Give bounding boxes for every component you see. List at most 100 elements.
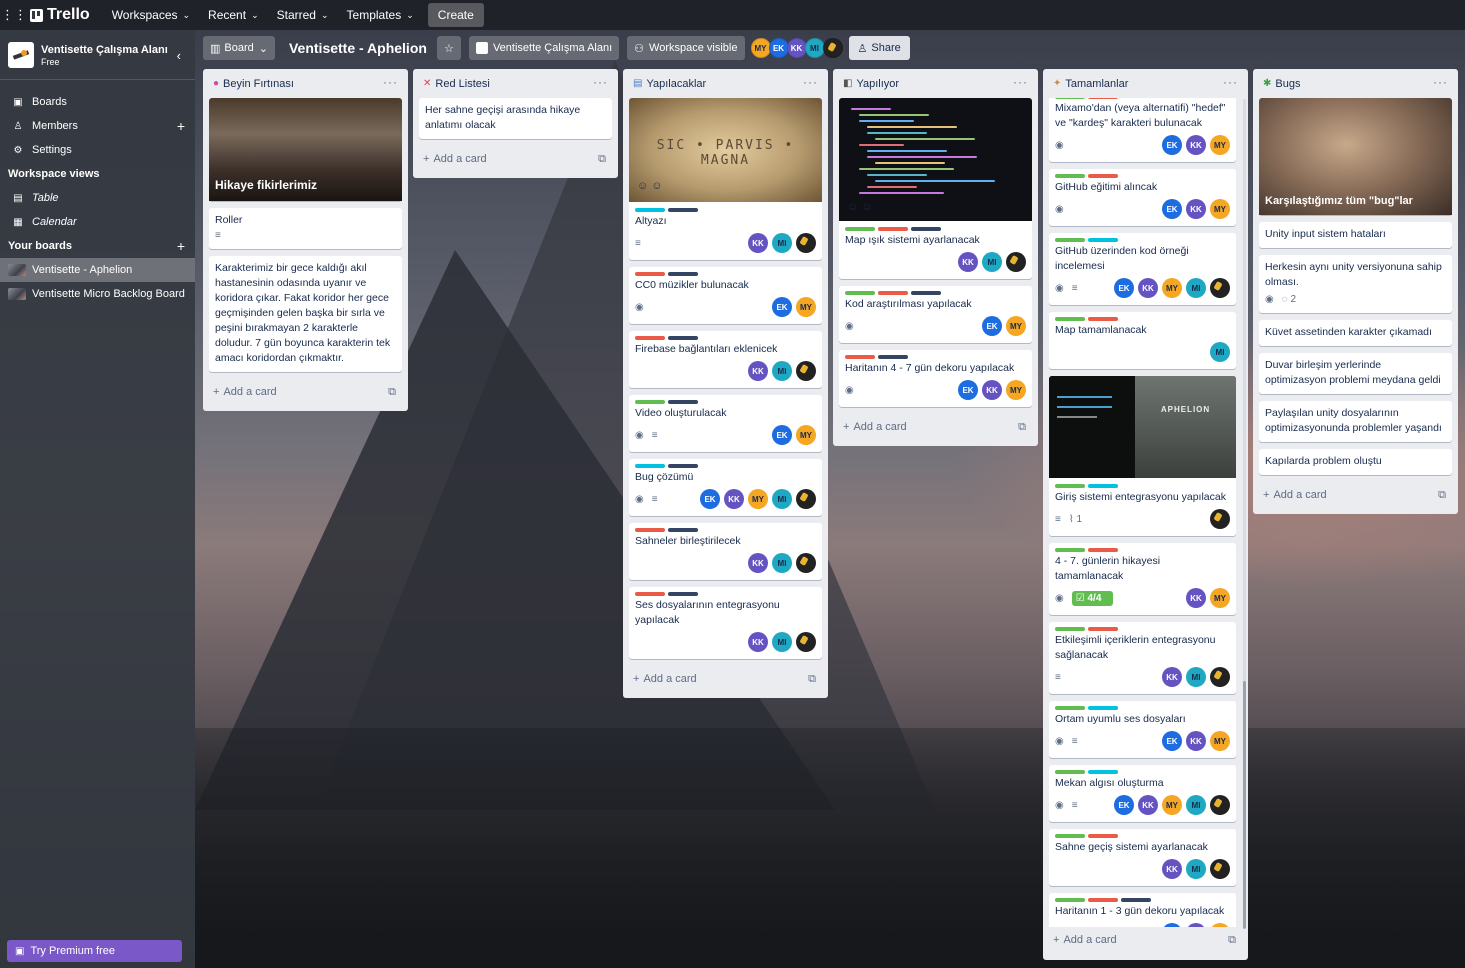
- try-premium-button[interactable]: ▣ Try Premium free: [7, 940, 182, 962]
- avatar[interactable]: MI: [1210, 342, 1230, 362]
- list-card[interactable]: 4 - 7. günlerin hikayesi tamamlanacak ◉ ☑…: [1049, 543, 1236, 615]
- list-card[interactable]: Bug çözümü ◉ ≡ EK KK MY MI: [629, 459, 822, 516]
- avatar[interactable]: EK: [982, 316, 1002, 336]
- avatar[interactable]: MI: [772, 233, 792, 253]
- list-card[interactable]: GitHub üzerinden kod örneği incelemesi ◉…: [1049, 233, 1236, 305]
- list-card[interactable]: CC0 müzikler bulunacak ◉ EK MY: [629, 267, 822, 324]
- avatar[interactable]: MI: [982, 252, 1002, 272]
- avatar[interactable]: EK: [768, 38, 789, 58]
- avatar[interactable]: EK: [772, 425, 792, 445]
- avatar[interactable]: KK: [748, 553, 768, 573]
- avatar[interactable]: MY: [748, 489, 768, 509]
- avatar[interactable]: EK: [1162, 199, 1182, 219]
- list-card[interactable]: Kapılarda problem oluştu: [1259, 449, 1452, 475]
- list-card[interactable]: Karakterimiz bir gece kaldığı akıl hasta…: [209, 256, 402, 372]
- avatar[interactable]: MI: [772, 361, 792, 381]
- sidebar-item-table[interactable]: ▤ Table: [0, 186, 195, 210]
- avatar[interactable]: MI: [772, 489, 792, 509]
- avatar[interactable]: MI: [772, 632, 792, 652]
- list-card[interactable]: Haritanın 1 - 3 gün dekoru yapılacak ◉ E…: [1049, 893, 1236, 927]
- board-title[interactable]: Ventisette - Aphelion: [289, 40, 427, 56]
- avatar[interactable]: KK: [748, 632, 768, 652]
- avatar[interactable]: EK: [700, 489, 720, 509]
- avatar[interactable]: KK: [786, 38, 807, 58]
- list-card[interactable]: Hikaye fikirlerimiz: [209, 98, 402, 201]
- add-member-icon[interactable]: +: [177, 118, 185, 134]
- sidebar-board-aphelion[interactable]: Ventisette - Aphelion: [0, 258, 195, 282]
- board-view-switcher[interactable]: ▥ Board ⌄: [203, 36, 275, 60]
- add-card-button[interactable]: + Add a card ⧉: [209, 379, 402, 405]
- avatar[interactable]: MY: [1006, 316, 1026, 336]
- avatar[interactable]: KK: [1186, 199, 1206, 219]
- avatar[interactable]: [796, 632, 816, 652]
- list-scrollbar-thumb[interactable]: [1243, 681, 1246, 929]
- avatar[interactable]: KK: [958, 252, 978, 272]
- list-header[interactable]: ▤ Yapılacaklar ···: [629, 69, 822, 98]
- add-card-button[interactable]: + Add a card ⧉: [1049, 927, 1242, 953]
- card-template-icon[interactable]: ⧉: [1228, 934, 1236, 947]
- avatar[interactable]: [1210, 278, 1230, 298]
- list-card[interactable]: Sahne geçiş sistemi ayarlanacak KK MI: [1049, 829, 1236, 886]
- list-card[interactable]: Küvet assetinden karakter çıkamadı: [1259, 320, 1452, 346]
- list-menu-icon[interactable]: ···: [1433, 75, 1448, 89]
- list-menu-icon[interactable]: ···: [803, 75, 818, 89]
- add-board-icon[interactable]: +: [177, 238, 185, 254]
- add-card-button[interactable]: + Add a card ⧉: [1259, 482, 1452, 508]
- list-header[interactable]: ✱ Bugs ···: [1259, 69, 1452, 98]
- list-card[interactable]: Ortam uyumlu ses dosyaları ◉ ≡ EK KK MY: [1049, 701, 1236, 758]
- avatar[interactable]: [1210, 667, 1230, 687]
- card-template-icon[interactable]: ⧉: [598, 153, 606, 166]
- list-header[interactable]: ✕ Red Listesi ···: [419, 69, 612, 98]
- sidebar-item-members[interactable]: ♙ Members +: [0, 114, 195, 138]
- list-card[interactable]: SIC • PARVIS • MAGNA ☺ ☺ Altyazı ≡ KK MI: [629, 98, 822, 260]
- list-card[interactable]: Mekan algısı oluşturma ◉ ≡ EK KK MY MI: [1049, 765, 1236, 822]
- nav-templates[interactable]: Templates ⌄: [339, 4, 422, 26]
- nav-recent[interactable]: Recent ⌄: [200, 4, 267, 26]
- avatar[interactable]: [1210, 859, 1230, 879]
- add-card-button[interactable]: + Add a card ⧉: [629, 666, 822, 692]
- workspace-button[interactable]: Ventisette Çalışma Alanı: [468, 36, 620, 60]
- avatar[interactable]: KK: [1138, 795, 1158, 815]
- add-card-button[interactable]: + Add a card ⧉: [839, 414, 1032, 440]
- visibility-button[interactable]: ⚇ Workspace visible: [627, 36, 745, 60]
- avatar[interactable]: MI: [1186, 667, 1206, 687]
- list-card[interactable]: Etkileşimli içeriklerin entegrasyonu sağ…: [1049, 622, 1236, 694]
- avatar[interactable]: [796, 233, 816, 253]
- list-menu-icon[interactable]: ···: [1223, 75, 1238, 89]
- list-card[interactable]: Roller ≡: [209, 208, 402, 249]
- list-menu-icon[interactable]: ···: [593, 75, 608, 89]
- avatar[interactable]: [822, 38, 843, 58]
- star-board-button[interactable]: ☆: [436, 36, 461, 60]
- list-card[interactable]: GitHub eğitimi alıncak ◉ EK KK MY: [1049, 169, 1236, 226]
- list-card[interactable]: Haritanın 4 - 7 gün dekoru yapılacak ◉ E…: [839, 350, 1032, 407]
- avatar[interactable]: [1006, 252, 1026, 272]
- list-card[interactable]: Map tamamlanacak MI: [1049, 312, 1236, 369]
- avatar[interactable]: MI: [804, 38, 825, 58]
- workspace-name[interactable]: Ventisette Çalışma Alanı: [41, 43, 168, 57]
- avatar[interactable]: [796, 361, 816, 381]
- list-card[interactable]: ☺ ☺ Map ışık sistemi ayarlanacak KK MI: [839, 98, 1032, 279]
- avatar[interactable]: MY: [1210, 135, 1230, 155]
- card-template-icon[interactable]: ⧉: [388, 386, 396, 399]
- app-switcher-icon[interactable]: ⋮⋮: [1, 7, 27, 23]
- avatar[interactable]: KK: [748, 233, 768, 253]
- list-menu-icon[interactable]: ···: [383, 75, 398, 89]
- nav-starred[interactable]: Starred ⌄: [269, 4, 337, 26]
- avatar[interactable]: EK: [772, 297, 792, 317]
- avatar[interactable]: MY: [1006, 380, 1026, 400]
- avatar[interactable]: MI: [1186, 795, 1206, 815]
- avatar[interactable]: MY: [1210, 588, 1230, 608]
- list-header[interactable]: ◧ Yapılıyor ···: [839, 69, 1032, 98]
- avatar[interactable]: EK: [1114, 795, 1134, 815]
- avatar[interactable]: MY: [1210, 731, 1230, 751]
- avatar[interactable]: EK: [1114, 278, 1134, 298]
- list-header[interactable]: ● Beyin Fırtınası ···: [209, 69, 402, 98]
- avatar[interactable]: KK: [748, 361, 768, 381]
- avatar[interactable]: KK: [1186, 588, 1206, 608]
- avatar[interactable]: MI: [772, 553, 792, 573]
- add-card-button[interactable]: + Add a card ⧉: [419, 146, 612, 172]
- avatar[interactable]: KK: [1186, 731, 1206, 751]
- avatar[interactable]: MY: [1162, 795, 1182, 815]
- sidebar-item-settings[interactable]: ⚙ Settings: [0, 138, 195, 162]
- avatar[interactable]: KK: [982, 380, 1002, 400]
